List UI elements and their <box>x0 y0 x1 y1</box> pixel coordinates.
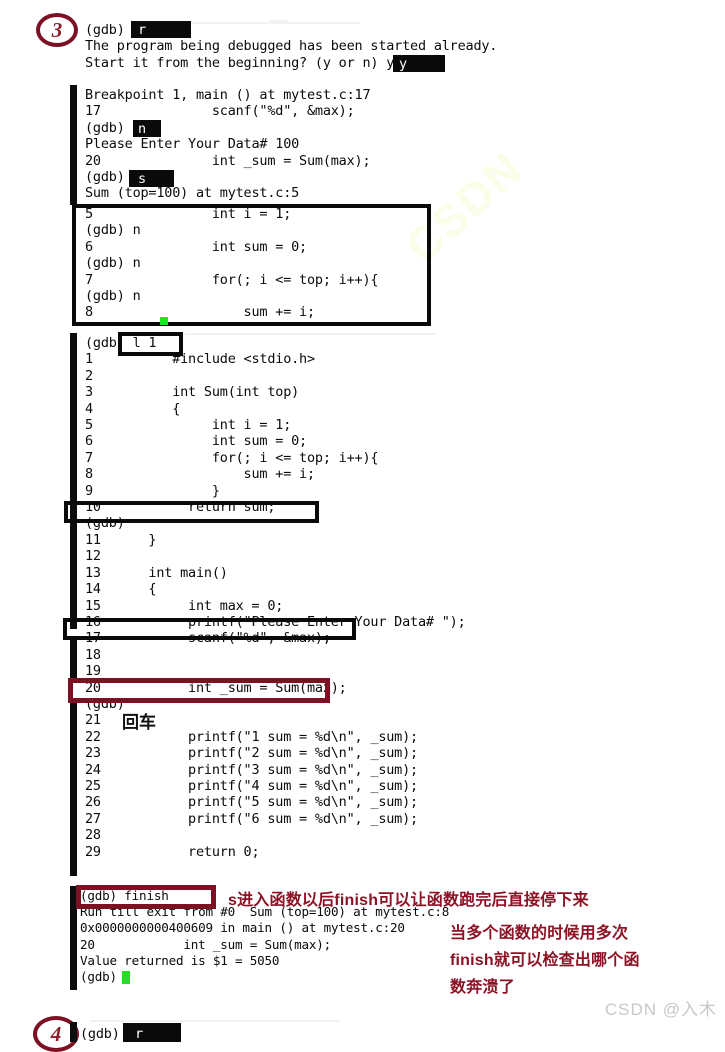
terminal-cmd-r-top: r <box>138 22 146 38</box>
highlight-cmd-l-1 <box>118 332 183 356</box>
terminal-line: 2 <box>85 367 93 384</box>
terminal-breakpoint-output: Breakpoint 1, main () at mytest.c:17 17 … <box>85 87 371 202</box>
terminal-line: Breakpoint 1, main () at mytest.c:17 <box>85 87 371 103</box>
terminal-line: 12 <box>85 548 101 565</box>
terminal-cursor-finish <box>122 971 130 984</box>
terminal-line: 14 { <box>85 581 157 598</box>
terminal-line: 24 printf("3 sum = %d\n", _sum); <box>85 761 418 778</box>
highlight-cmd-finish <box>76 885 216 909</box>
terminal-answer-y: y <box>399 56 407 72</box>
terminal-line: 18 <box>85 646 101 663</box>
terminal-cmd-n: n <box>138 121 146 137</box>
terminal-line: Value returned is $1 = 5050 <box>80 952 280 968</box>
terminal-source-listing: (gdb) l 1 1 #include <stdio.h> 2 3 int S… <box>85 335 466 860</box>
terminal-cursor <box>160 317 168 325</box>
highlight-cmd-s <box>129 170 174 187</box>
annotation-enter-key: 回车 <box>122 713 156 732</box>
highlight-line-10 <box>64 501 319 523</box>
csdn-corner-watermark: CSDN @入木 <box>604 1000 717 1019</box>
terminal-line: 20 int _sum = Sum(max); <box>85 152 371 169</box>
scan-artifact <box>90 1020 340 1022</box>
annotation-finish-note-2-line1: 当多个函数的时候用多次 <box>450 925 629 942</box>
annotation-finish-note-1: s进入函数以后finish可以让函数跑完后直接停下来 <box>228 892 589 909</box>
terminal-line: 4 { <box>85 400 181 417</box>
terminal-line: 19 <box>85 663 101 680</box>
terminal-line: 21 <box>85 712 101 729</box>
terminal-edge-bar <box>70 698 77 876</box>
terminal-line: 6 int sum = 0; <box>85 238 307 255</box>
terminal-cmd-r-bottom: r <box>135 1026 143 1042</box>
terminal-edge-bar <box>70 521 77 629</box>
terminal-edge-bar <box>70 637 77 682</box>
terminal-step-into-output: 5 int i = 1; (gdb) n 6 int sum = 0; (gdb… <box>85 206 379 321</box>
terminal-edge-bar <box>70 333 77 521</box>
terminal-cmd-s: s <box>138 171 146 187</box>
terminal-line: (gdb) <box>80 969 117 985</box>
annotation-finish-note-2-line2: finish就可以检查出哪个函 <box>450 952 640 969</box>
terminal-line: 17 scanf("%d", &max); <box>85 103 355 120</box>
terminal-line: 11 } <box>85 531 157 548</box>
terminal-line: Sum (top=100) at mytest.c:5 <box>85 185 300 202</box>
terminal-line: 13 int main() <box>85 564 228 581</box>
terminal-line: 26 printf("5 sum = %d\n", _sum); <box>85 794 418 811</box>
terminal-line: (gdb) n <box>85 255 141 272</box>
terminal-line: 15 int max = 0; <box>85 597 284 614</box>
highlight-line-20 <box>68 678 330 703</box>
terminal-line: 8 sum += i; <box>85 304 315 321</box>
terminal-line: 7 for(; i <= top; i++){ <box>85 449 379 466</box>
terminal-line: 25 printf("4 sum = %d\n", _sum); <box>85 777 418 794</box>
terminal-line: 5 int i = 1; <box>85 206 292 222</box>
terminal-line: 5 int i = 1; <box>85 417 292 434</box>
terminal-line: (gdb) n <box>85 222 141 239</box>
annotation-finish-note-2-line3: 数奔溃了 <box>450 979 515 996</box>
terminal-line: 20 int _sum = Sum(max); <box>80 936 331 952</box>
terminal-line: 27 printf("6 sum = %d\n", _sum); <box>85 810 418 827</box>
terminal-line: 28 <box>85 827 101 844</box>
terminal-edge-bar <box>70 85 77 205</box>
highlight-cmd-r-bottom <box>123 1023 181 1042</box>
terminal-line: Please Enter Your Data# 100 <box>85 136 300 153</box>
terminal-edge-bar <box>70 1022 77 1042</box>
highlight-line-17 <box>63 618 356 640</box>
terminal-line: 8 sum += i; <box>85 466 315 483</box>
terminal-line: 3 int Sum(int top) <box>85 384 300 401</box>
terminal-line: 6 int sum = 0; <box>85 433 307 450</box>
terminal-line: Start it from the beginning? (y or n) y <box>85 54 395 71</box>
step-marker-3: 3 <box>36 13 78 47</box>
terminal-line: (gdb) n <box>85 288 141 305</box>
terminal-line: 0x0000000000400609 in main () at mytest.… <box>80 920 405 936</box>
terminal-line: The program being debugged has been star… <box>85 38 498 55</box>
terminal-line: 29 return 0; <box>85 843 260 860</box>
terminal-line: 23 printf("2 sum = %d\n", _sum); <box>85 745 418 762</box>
terminal-line: 9 } <box>85 482 220 499</box>
terminal-line: 7 for(; i <= top; i++){ <box>85 271 379 288</box>
